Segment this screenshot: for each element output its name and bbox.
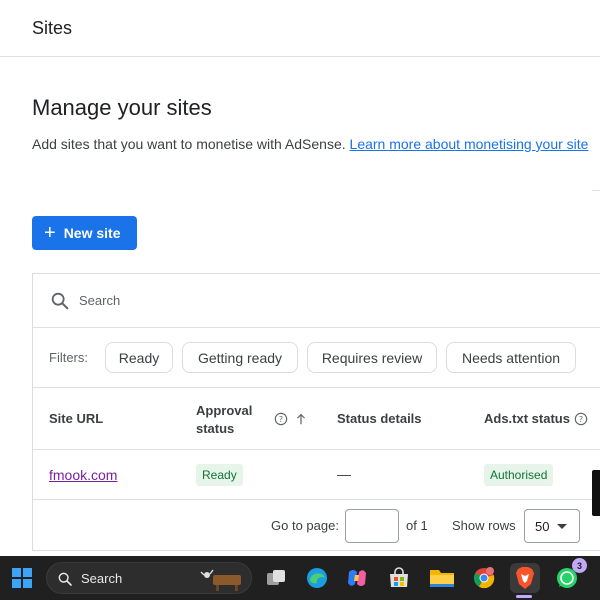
rows-per-page-value: 50 <box>535 518 550 534</box>
side-panel-handle[interactable] <box>592 470 600 516</box>
widget-icon[interactable] <box>197 566 247 592</box>
page-section-title: Sites <box>32 18 73 38</box>
svg-text:?: ? <box>579 415 583 424</box>
search-icon <box>51 292 69 310</box>
description-text: Add sites that you want to monetise with… <box>32 136 346 152</box>
sort-ascending-icon[interactable] <box>294 412 308 426</box>
chevron-down-icon <box>557 523 568 529</box>
taskbar-search-box[interactable]: Search <box>46 562 252 594</box>
column-header-approval-status[interactable]: Approval status <box>196 402 252 438</box>
plus-icon: + <box>44 222 56 244</box>
file-explorer-icon[interactable] <box>428 564 456 592</box>
column-header-status-details: Status details <box>337 411 422 426</box>
table-header: Site URL Approval status ? Status detail… <box>33 388 600 450</box>
help-icon[interactable]: ? <box>274 412 288 426</box>
filter-chip-needs-attention[interactable]: Needs attention <box>446 342 576 373</box>
site-url-link[interactable]: fmook.com <box>49 467 117 483</box>
notification-count-badge: 3 <box>572 558 587 573</box>
page-title: Manage your sites <box>32 95 212 120</box>
taskbar-search-label: Search <box>81 571 123 586</box>
search-input[interactable]: Search <box>79 293 120 308</box>
brave-icon[interactable] <box>510 563 540 593</box>
filter-chip-ready[interactable]: Ready <box>105 342 173 373</box>
new-site-button[interactable]: + New site <box>32 216 137 250</box>
column-header-site-url[interactable]: Site URL <box>49 411 103 426</box>
ads-txt-status-badge: Authorised <box>484 464 554 486</box>
new-site-label: New site <box>63 225 121 241</box>
help-icon[interactable]: ? <box>574 412 588 426</box>
rows-per-page-select[interactable]: 50 <box>524 509 580 543</box>
go-to-page-label: Go to page: <box>271 518 339 533</box>
sites-table-card: Search Filters: Ready Getting ready Requ… <box>32 273 600 551</box>
store-icon[interactable] <box>385 564 413 592</box>
approval-status-line2: status <box>196 421 235 436</box>
approval-status-badge: Ready <box>196 464 243 486</box>
search-icon <box>58 572 72 586</box>
taskbar: Search 3 <box>0 556 600 600</box>
page-count-label: of 1 <box>406 518 428 533</box>
copilot-icon[interactable] <box>343 564 371 592</box>
pagination-bar: Go to page: of 1 Show rows 50 <box>33 500 600 552</box>
page-number-input[interactable] <box>345 509 399 543</box>
approval-status-line1: Approval <box>196 403 253 418</box>
chrome-icon[interactable] <box>470 564 498 592</box>
status-details-value: — <box>337 466 351 482</box>
column-header-ads-txt-status: Ads.txt status <box>484 411 570 426</box>
learn-more-link[interactable]: Learn more about monetising your site <box>350 136 589 152</box>
task-view-icon[interactable] <box>262 564 290 592</box>
divider <box>592 190 600 191</box>
filter-chip-requires-review[interactable]: Requires review <box>307 342 437 373</box>
filter-chip-getting-ready[interactable]: Getting ready <box>182 342 298 373</box>
filters-label: Filters: <box>49 350 88 365</box>
search-bar[interactable]: Search <box>33 274 600 328</box>
windows-start-icon[interactable] <box>8 564 36 592</box>
edge-icon[interactable] <box>303 564 331 592</box>
whatsapp-icon[interactable]: 3 <box>553 558 587 592</box>
svg-text:?: ? <box>279 415 283 424</box>
top-app-bar: Sites <box>0 0 600 57</box>
filters-bar: Filters: Ready Getting ready Requires re… <box>33 328 600 388</box>
table-row: fmook.com Ready — Authorised <box>33 450 600 500</box>
page-description: Add sites that you want to monetise with… <box>32 136 588 152</box>
show-rows-label: Show rows <box>452 518 516 533</box>
active-app-indicator <box>516 595 532 598</box>
